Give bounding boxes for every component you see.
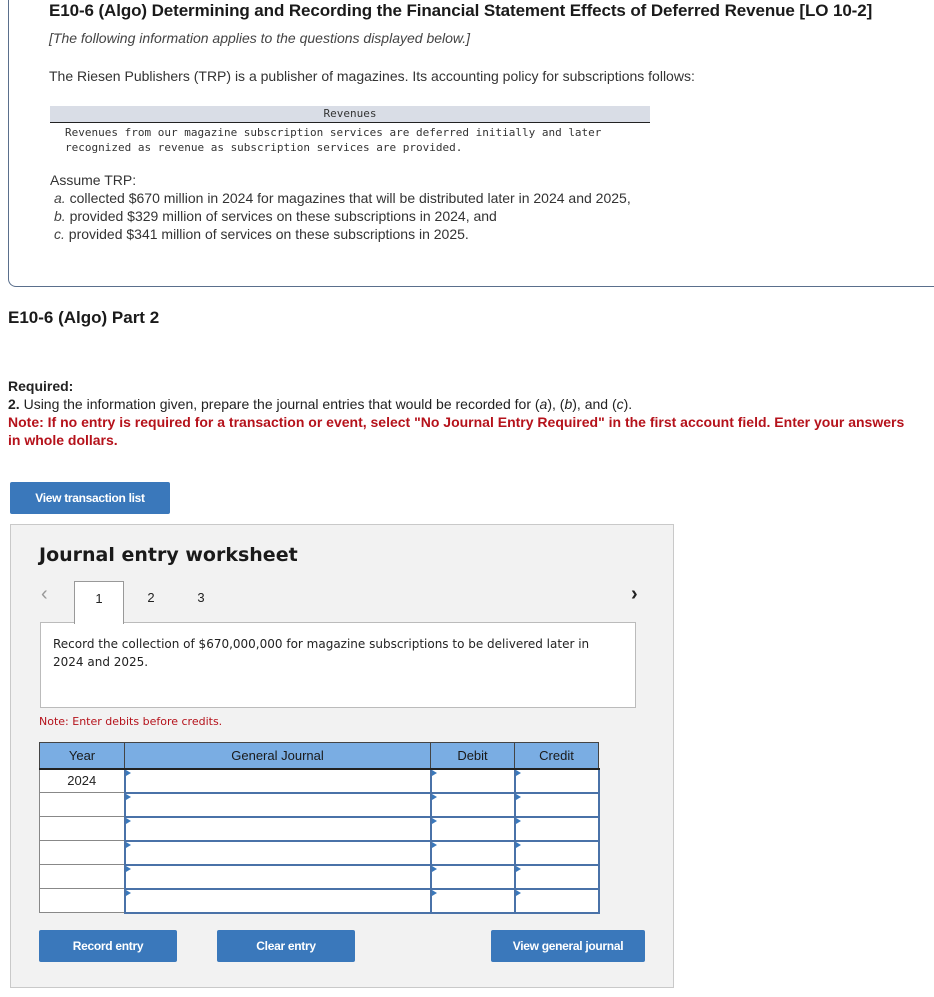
required-note: Note: If no entry is required for a tran…	[8, 414, 905, 448]
problem-intro: The Riesen Publishers (TRP) is a publish…	[49, 68, 695, 84]
policy-text: Revenues from our magazine subscription …	[50, 123, 650, 155]
credit-cell[interactable]	[513, 839, 600, 866]
assumption-item-b: b. provided $329 million of services on …	[50, 207, 631, 225]
problem-title: E10-6 (Algo) Determining and Recording t…	[49, 1, 873, 20]
req-number: 2.	[8, 396, 20, 412]
required-text: 2. Using the information given, prepare …	[8, 395, 918, 413]
account-cell[interactable]	[123, 767, 432, 794]
record-entry-button[interactable]: Record entry	[39, 930, 177, 962]
credit-input[interactable]	[515, 865, 598, 888]
account-cell[interactable]	[123, 815, 432, 842]
item-text: provided $341 million of services on the…	[64, 226, 469, 242]
view-general-journal-button[interactable]: View general journal	[491, 930, 645, 962]
transaction-description: Record the collection of $670,000,000 fo…	[40, 622, 636, 708]
account-cell[interactable]	[123, 863, 432, 890]
debit-cell[interactable]	[429, 887, 516, 914]
policy-heading: Revenues	[50, 106, 650, 123]
credit-input[interactable]	[515, 889, 598, 912]
chevron-right-icon[interactable]: ›	[631, 583, 638, 606]
clear-entry-button[interactable]: Clear entry	[217, 930, 355, 962]
worksheet-note: Note: Enter debits before credits.	[39, 715, 223, 728]
tab-2[interactable]: 2	[126, 581, 176, 623]
year-cell: 2024	[39, 768, 125, 793]
item-letter: c.	[54, 226, 65, 242]
journal-row	[39, 863, 600, 890]
view-transaction-list-button[interactable]: View transaction list	[10, 482, 170, 514]
year-cell	[39, 816, 125, 841]
debit-cell[interactable]	[429, 839, 516, 866]
journal-header-row: Year General Journal Debit Credit	[39, 742, 599, 770]
required-section: Required: 2. Using the information given…	[8, 377, 918, 449]
year-cell	[39, 864, 125, 889]
req-end: ).	[623, 396, 633, 412]
tab-3[interactable]: 3	[176, 581, 226, 623]
debit-input[interactable]	[431, 817, 514, 840]
required-label: Required:	[8, 378, 74, 394]
debit-input[interactable]	[431, 793, 514, 816]
debit-cell[interactable]	[429, 863, 516, 890]
credit-input[interactable]	[515, 769, 598, 792]
req-sep: ), and (	[572, 396, 617, 412]
credit-cell[interactable]	[513, 767, 600, 794]
assumption-item-a: a. collected $670 million in 2024 for ma…	[50, 189, 631, 207]
account-input[interactable]	[125, 889, 430, 912]
req-c: c	[616, 396, 624, 412]
credit-cell[interactable]	[513, 791, 600, 818]
journal-row	[39, 887, 600, 914]
account-cell[interactable]	[123, 839, 432, 866]
account-input[interactable]	[125, 817, 430, 840]
policy-line: Revenues from our magazine subscription …	[65, 126, 602, 139]
account-input[interactable]	[125, 769, 430, 792]
item-text: collected $670 million in 2024 for magaz…	[65, 190, 631, 206]
debit-cell[interactable]	[429, 767, 516, 794]
part-title: E10-6 (Algo) Part 2	[8, 308, 160, 327]
debit-input[interactable]	[431, 889, 514, 912]
account-input[interactable]	[125, 865, 430, 888]
assumptions-lead: Assume TRP:	[50, 172, 137, 188]
worksheet-title: Journal entry worksheet	[39, 544, 298, 566]
credit-cell[interactable]	[513, 887, 600, 914]
credit-cell[interactable]	[513, 863, 600, 890]
year-cell	[39, 792, 125, 817]
journal-row: 2024	[39, 767, 600, 794]
debit-cell[interactable]	[429, 815, 516, 842]
assumption-item-c: c. provided $341 million of services on …	[50, 225, 631, 243]
policy-line: recognized as revenue as subscription se…	[65, 141, 463, 154]
account-cell[interactable]	[123, 791, 432, 818]
item-text: provided $329 million of services on the…	[65, 208, 497, 224]
journal-row	[39, 791, 600, 818]
journal-row	[39, 839, 600, 866]
debit-input[interactable]	[431, 769, 514, 792]
req-text: Using the information given, prepare the…	[19, 396, 540, 412]
problem-subtitle: [The following information applies to th…	[49, 30, 471, 46]
year-cell	[39, 888, 125, 913]
journal-entry-worksheet: Journal entry worksheet ‹ 1 2 3 › Record…	[10, 524, 674, 988]
item-letter: b.	[54, 208, 66, 224]
journal-table: Year General Journal Debit Credit 2024	[39, 742, 600, 914]
chevron-left-icon[interactable]: ‹	[41, 583, 48, 606]
credit-input[interactable]	[515, 841, 598, 864]
journal-row	[39, 815, 600, 842]
policy-table: Revenues Revenues from our magazine subs…	[50, 106, 650, 155]
credit-input[interactable]	[515, 817, 598, 840]
assumptions: Assume TRP: a. collected $670 million in…	[50, 171, 631, 243]
column-header-credit: Credit	[514, 742, 599, 770]
debit-input[interactable]	[431, 865, 514, 888]
tab-1[interactable]: 1	[74, 581, 124, 624]
account-cell[interactable]	[123, 887, 432, 914]
column-header-year: Year	[39, 742, 125, 770]
credit-cell[interactable]	[513, 815, 600, 842]
account-input[interactable]	[125, 793, 430, 816]
column-header-debit: Debit	[430, 742, 515, 770]
year-cell	[39, 840, 125, 865]
account-input[interactable]	[125, 841, 430, 864]
item-letter: a.	[54, 190, 66, 206]
req-sep: ), (	[547, 396, 565, 412]
credit-input[interactable]	[515, 793, 598, 816]
debit-input[interactable]	[431, 841, 514, 864]
column-header-general-journal: General Journal	[124, 742, 431, 770]
debit-cell[interactable]	[429, 791, 516, 818]
